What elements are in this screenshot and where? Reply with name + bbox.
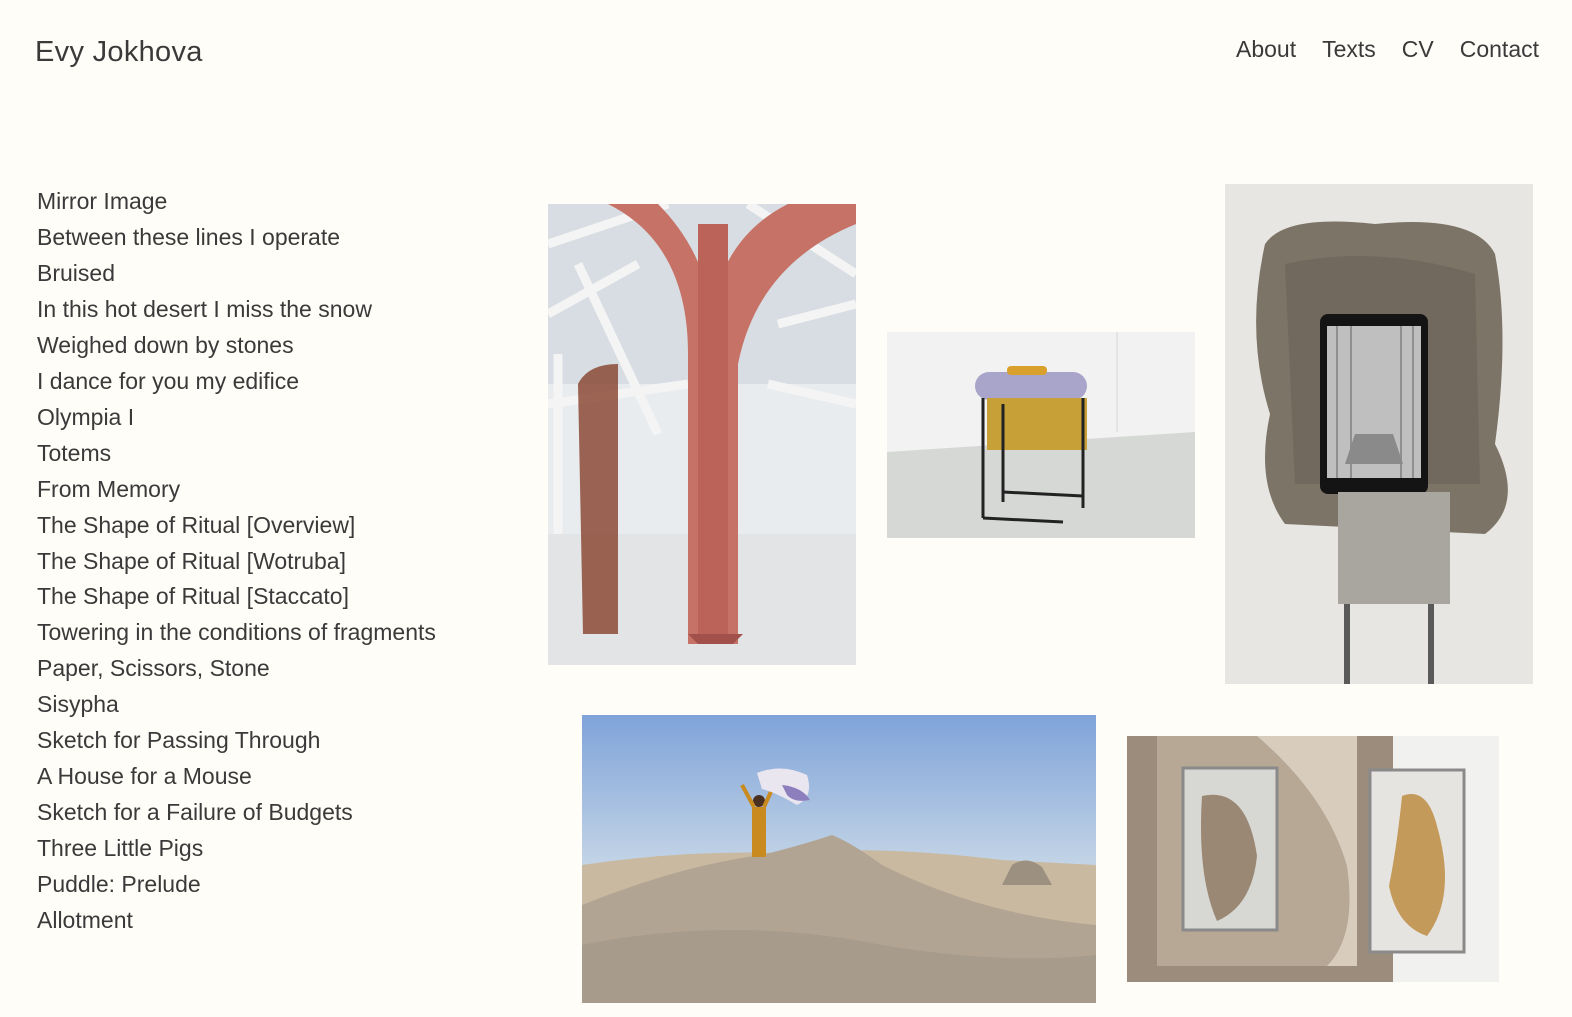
list-item: Sisypha [37,687,436,723]
work-link[interactable]: The Shape of Ritual [Staccato] [37,583,349,609]
list-item: Between these lines I operate [37,220,436,256]
framed-photos-image [1127,736,1499,982]
list-item: The Shape of Ritual [Staccato] [37,579,436,615]
list-item: A House for a Mouse [37,759,436,795]
works-list: Mirror Image Between these lines I opera… [37,184,436,939]
thumbnail-stone-tablet[interactable] [1225,184,1533,684]
list-item: In this hot desert I miss the snow [37,292,436,328]
work-link[interactable]: I dance for you my edifice [37,368,299,394]
main-nav: About Texts CV Contact [1236,36,1539,63]
fringe-bench-image [887,332,1195,538]
work-link[interactable]: Allotment [37,907,133,933]
work-link[interactable]: Mirror Image [37,188,167,214]
work-link[interactable]: Sisypha [37,691,119,717]
list-item: Olympia I [37,400,436,436]
list-item: Sketch for a Failure of Budgets [37,795,436,831]
desert-figure-image [582,715,1096,1003]
list-item: Weighed down by stones [37,328,436,364]
work-link[interactable]: Weighed down by stones [37,332,294,358]
list-item: The Shape of Ritual [Wotruba] [37,544,436,580]
work-link[interactable]: Sketch for a Failure of Budgets [37,799,353,825]
work-link[interactable]: Three Little Pigs [37,835,203,861]
list-item: Mirror Image [37,184,436,220]
list-item: Puddle: Prelude [37,867,436,903]
thumbnail-fringe-bench[interactable] [887,332,1195,538]
work-link[interactable]: Totems [37,440,111,466]
work-link[interactable]: Puddle: Prelude [37,871,201,897]
site-title-link[interactable]: Evy Jokhova [35,36,203,69]
thumbnail-framed-photos[interactable] [1127,736,1499,982]
work-link[interactable]: Bruised [37,260,115,286]
work-link[interactable]: Paper, Scissors, Stone [37,655,270,681]
list-item: Paper, Scissors, Stone [37,651,436,687]
list-item: From Memory [37,472,436,508]
nav-cv-link[interactable]: CV [1402,36,1434,63]
work-link[interactable]: Towering in the conditions of fragments [37,619,436,645]
list-item: Totems [37,436,436,472]
stone-tablet-image [1225,184,1533,684]
thumbnail-pink-arch-sculpture[interactable] [548,204,856,665]
work-link[interactable]: The Shape of Ritual [Overview] [37,512,355,538]
thumbnail-desert-figure[interactable] [582,715,1096,1003]
list-item: Three Little Pigs [37,831,436,867]
work-link[interactable]: The Shape of Ritual [Wotruba] [37,548,346,574]
nav-texts-link[interactable]: Texts [1322,36,1376,63]
nav-contact-link[interactable]: Contact [1460,36,1539,63]
work-link[interactable]: Olympia I [37,404,134,430]
work-link[interactable]: Between these lines I operate [37,224,340,250]
list-item: Allotment [37,903,436,939]
work-link[interactable]: Sketch for Passing Through [37,727,320,753]
list-item: Towering in the conditions of fragments [37,615,436,651]
nav-about-link[interactable]: About [1236,36,1296,63]
list-item: The Shape of Ritual [Overview] [37,508,436,544]
list-item: I dance for you my edifice [37,364,436,400]
work-link[interactable]: From Memory [37,476,180,502]
work-link[interactable]: In this hot desert I miss the snow [37,296,372,322]
work-link[interactable]: A House for a Mouse [37,763,252,789]
list-item: Sketch for Passing Through [37,723,436,759]
pink-arch-sculpture-image [548,204,856,665]
list-item: Bruised [37,256,436,292]
